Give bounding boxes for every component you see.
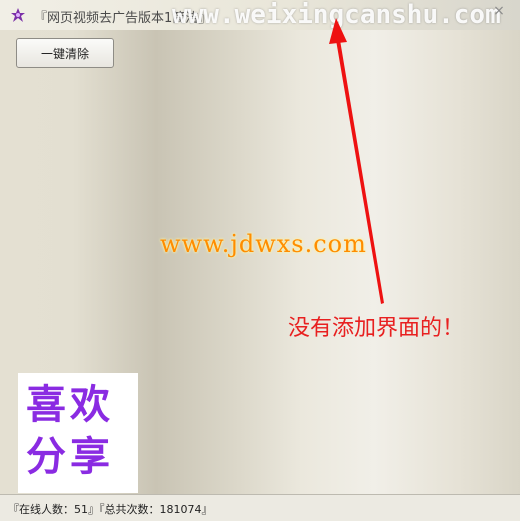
status-bar: 『在线人数：51』『总共次数：181074』 <box>0 494 520 521</box>
status-text: 『在线人数：51』『总共次数：181074』 <box>8 503 213 516</box>
annotation-arrow-icon <box>329 18 384 304</box>
